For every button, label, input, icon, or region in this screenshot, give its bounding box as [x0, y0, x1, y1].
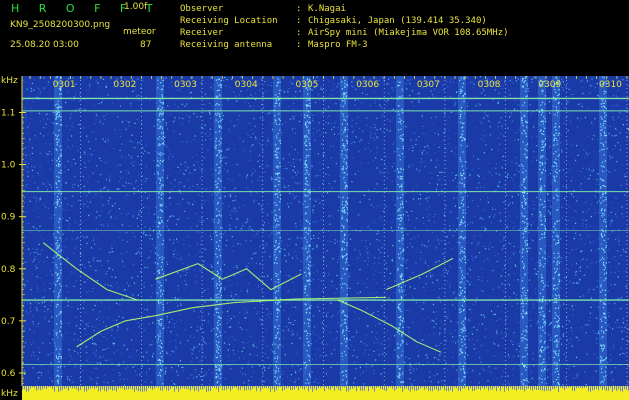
- y-unit-label: kHz: [1, 76, 18, 86]
- info-label: Observer: [180, 4, 224, 14]
- station-info: Observer: K.Nagai Receiving Location: Chig…: [180, 3, 508, 51]
- signal-strength-bar: [22, 386, 629, 400]
- info-value: Maspro FM-3: [308, 40, 368, 50]
- time-label: 0310: [599, 80, 622, 90]
- time-label: 0303: [174, 80, 197, 90]
- y-tick-label: 0.7: [1, 317, 15, 327]
- y-tick-label: 1.0: [1, 161, 16, 171]
- y-unit-label-bottom: kHz: [1, 389, 18, 399]
- header-panel: H R O F F T 1.00f KN9_2508200300.png met…: [0, 0, 629, 72]
- y-tick-label: 0.6: [1, 369, 16, 379]
- y-tick-label: 0.8: [1, 265, 16, 275]
- info-row-receiver: Receiver: AirSpy mini (Miakejima VOR 108.…: [180, 27, 508, 39]
- time-label: 0302: [113, 80, 136, 90]
- info-row-antenna: Receiving antenna: Maspro FM-3: [180, 39, 508, 51]
- time-label: 0308: [478, 80, 501, 90]
- count-label: 87: [140, 40, 152, 50]
- time-label: 0306: [356, 80, 379, 90]
- time-label: 0307: [417, 80, 440, 90]
- time-label: 0304: [235, 80, 258, 90]
- info-separator: :: [296, 16, 302, 26]
- version-label: 1.00f: [124, 2, 148, 12]
- info-label: Receiving Location: [180, 16, 278, 26]
- mode-label: meteor: [123, 27, 156, 37]
- info-row-observer: Observer: K.Nagai: [180, 3, 508, 15]
- time-label: 0309: [538, 80, 561, 90]
- info-value: K.Nagai: [308, 4, 346, 14]
- time-label: 0301: [53, 80, 76, 90]
- info-value: AirSpy mini (Miakejima VOR 108.65MHz): [308, 28, 509, 38]
- time-label: 0305: [296, 80, 319, 90]
- datetime-label: 25.08.20 03:00: [10, 40, 79, 50]
- info-value: Chigasaki, Japan (139.414 35.340): [308, 16, 487, 26]
- info-row-location: Receiving Location: Chigasaki, Japan (139…: [180, 15, 508, 27]
- info-separator: :: [296, 40, 302, 50]
- info-separator: :: [296, 4, 302, 14]
- info-label: Receiver: [180, 28, 224, 38]
- y-tick-label: 1.1: [1, 108, 15, 118]
- info-label: Receiving antenna: [180, 40, 273, 50]
- info-separator: :: [296, 28, 302, 38]
- spectrogram-svg: kHz kHz 1.1 1.0 0.9 0.8 0.7 0.6 0301 0302 0303 0…: [0, 72, 629, 400]
- spectrogram-panel: kHz kHz 1.1 1.0 0.9 0.8 0.7 0.6 0301 0302 0303 0…: [0, 72, 629, 400]
- filename-label: KN9_2508200300.png: [10, 20, 111, 30]
- y-tick-label: 0.9: [1, 213, 16, 223]
